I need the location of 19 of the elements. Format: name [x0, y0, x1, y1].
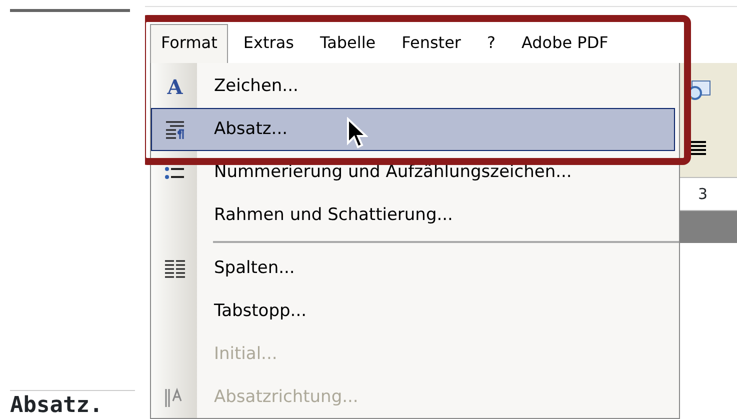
menu-tab[interactable]: Adobe PDF	[510, 24, 620, 63]
menu-tab[interactable]: Extras	[232, 24, 305, 63]
paragraph-icon	[164, 118, 186, 140]
list-icon	[164, 166, 186, 180]
menu-item[interactable]: Absatz...	[151, 108, 675, 151]
menu-item[interactable]: A Zeichen...	[151, 65, 675, 108]
menu-item[interactable]: Tabstopp...	[151, 290, 675, 333]
ruler-number: 3	[698, 184, 708, 205]
menu-tab[interactable]: Format	[150, 24, 228, 63]
menu-tab[interactable]: ?	[476, 24, 506, 63]
menu-tab[interactable]: Fenster	[390, 24, 472, 63]
menu-item[interactable]: Spalten...	[151, 247, 675, 290]
menu-tab[interactable]: Tabelle	[308, 24, 387, 63]
menu-item[interactable]: Nummerierung und Aufzählungszeichen...	[151, 151, 675, 194]
menu-item[interactable]: Rahmen und Schattierung...	[151, 194, 675, 237]
cursor-icon	[346, 117, 368, 149]
caption: Absatz.	[10, 390, 135, 419]
font-icon: A	[167, 76, 183, 96]
columns-icon	[164, 258, 186, 280]
